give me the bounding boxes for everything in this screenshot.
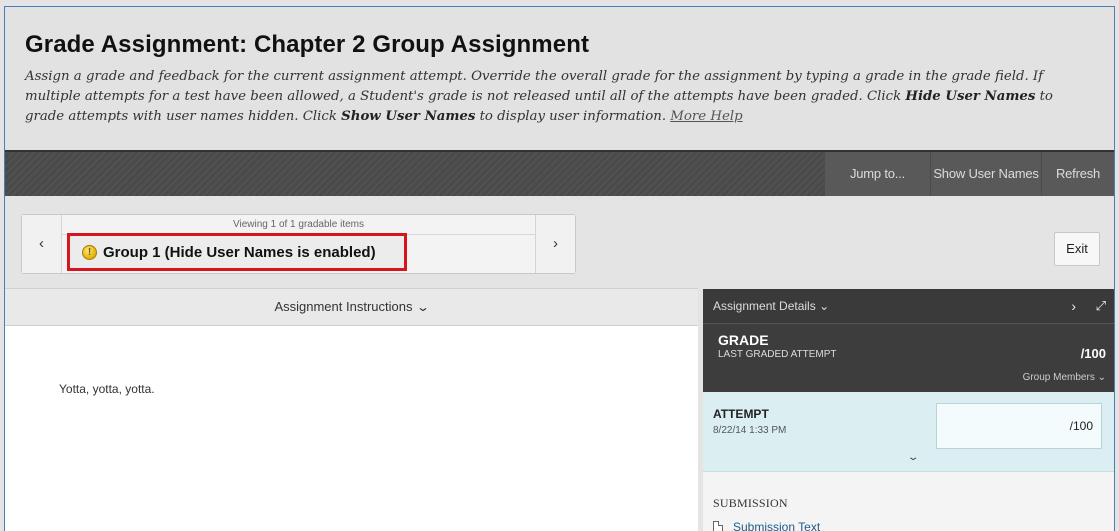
group-members-toggle[interactable]: Group Members ⌄ bbox=[1023, 372, 1106, 383]
desc-show-user-names: Show User Names bbox=[341, 109, 476, 124]
page-header: Grade Assignment: Chapter 2 Group Assign… bbox=[5, 7, 1114, 150]
chevron-down-icon[interactable]: ⌄ bbox=[907, 452, 920, 463]
refresh-button[interactable]: Refresh bbox=[1042, 152, 1114, 196]
attempt-section: ATTEMPT 8/22/14 1:33 PM /100 ⌄ bbox=[703, 392, 1114, 472]
assignment-details-label: Assignment Details bbox=[713, 299, 816, 313]
attempt-title: ATTEMPT bbox=[713, 407, 769, 421]
chevron-down-icon: ⌄ bbox=[416, 300, 431, 314]
page-title: Grade Assignment: Chapter 2 Group Assign… bbox=[25, 31, 590, 58]
instructions-content: Yotta, yotta, yotta. bbox=[5, 326, 698, 531]
viewing-count: Viewing 1 of 1 gradable items bbox=[62, 215, 535, 235]
action-toolbar: Jump to... Show User Names Refresh bbox=[5, 150, 1114, 196]
document-icon bbox=[713, 520, 723, 531]
grade-section: GRADE LAST GRADED ATTEMPT /100 Group Mem… bbox=[703, 323, 1114, 392]
more-help-link[interactable]: More Help bbox=[670, 109, 742, 124]
jump-to-button[interactable]: Jump to... bbox=[825, 152, 930, 196]
group-members-label: Group Members bbox=[1022, 372, 1095, 383]
instructions-label: Assignment Instructions bbox=[274, 299, 413, 314]
current-group-selector[interactable]: ! Group 1 (Hide User Names is enabled) bbox=[67, 233, 407, 271]
submission-link-label: Submission Text bbox=[733, 520, 821, 531]
instructions-body: Yotta, yotta, yotta. bbox=[59, 382, 155, 396]
grade-assignment-window: Grade Assignment: Chapter 2 Group Assign… bbox=[4, 6, 1115, 531]
fullscreen-icon[interactable]: ⤢ bbox=[1096, 289, 1107, 323]
assignment-details-header[interactable]: Assignment Details ⌄ › ⤢ bbox=[703, 289, 1114, 323]
chevron-down-icon: ⌄ bbox=[1097, 372, 1106, 383]
page-description: Assign a grade and feedback for the curr… bbox=[25, 67, 1095, 127]
grade-subtitle: LAST GRADED ATTEMPT bbox=[718, 349, 837, 360]
grade-title: GRADE bbox=[718, 332, 769, 348]
submission-label: SUBMISSION bbox=[713, 496, 788, 510]
assignment-instructions-toggle[interactable]: Assignment Instructions ⌄ bbox=[5, 288, 698, 326]
show-user-names-button[interactable]: Show User Names bbox=[931, 152, 1041, 196]
previous-item-button[interactable]: ‹ bbox=[22, 215, 62, 273]
gradable-item-navigator: ‹ Viewing 1 of 1 gradable items ! Group … bbox=[21, 214, 576, 274]
chevron-down-icon: ⌄ bbox=[819, 299, 830, 313]
assignment-details-panel: Assignment Details ⌄ › ⤢ GRADE LAST GRAD… bbox=[703, 289, 1114, 531]
desc-hide-user-names: Hide User Names bbox=[905, 89, 1036, 104]
group-label: Group 1 (Hide User Names is enabled) bbox=[103, 244, 376, 261]
exit-button[interactable]: Exit bbox=[1054, 232, 1100, 266]
grade-value: /100 bbox=[1080, 346, 1106, 361]
needs-grading-icon: ! bbox=[82, 245, 97, 260]
desc-text-3: to display user information. bbox=[475, 109, 671, 124]
submission-text-link[interactable]: Submission Text bbox=[713, 520, 820, 531]
attempt-grade-input[interactable]: /100 bbox=[936, 403, 1102, 449]
attempt-date: 8/22/14 1:33 PM bbox=[713, 425, 787, 436]
next-item-button[interactable]: › bbox=[535, 215, 575, 273]
collapse-panel-icon[interactable]: › bbox=[1071, 289, 1076, 323]
desc-text-1: Assign a grade and feedback for the curr… bbox=[25, 69, 1044, 104]
